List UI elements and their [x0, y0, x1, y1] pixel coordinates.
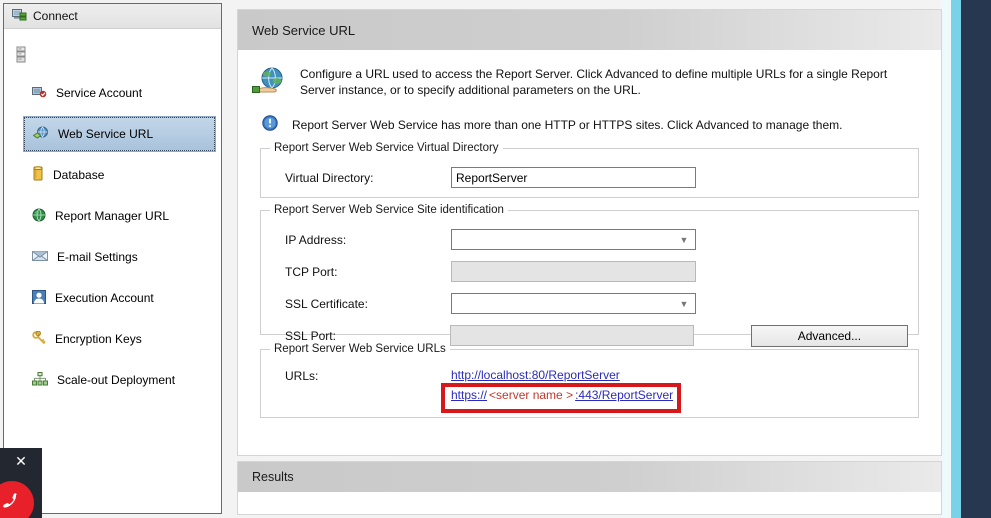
chevron-down-icon: ▼	[679, 298, 689, 309]
sidebar-item-label: Service Account	[56, 86, 143, 100]
url-https-scheme[interactable]: https://	[451, 388, 487, 402]
urls-legend: Report Server Web Service URLs	[270, 343, 450, 355]
sidebar-item-label: Scale-out Deployment	[57, 373, 176, 387]
sidebar: Connect Service Account Web Service URL …	[3, 3, 222, 514]
database-icon	[32, 166, 44, 184]
web-service-url-icon	[32, 126, 49, 143]
envelope-icon	[30, 250, 50, 265]
call-overlay: ✕	[0, 448, 42, 518]
url-https-server-placeholder: <server name >	[489, 388, 574, 402]
info-message: Report Server Web Service has more than …	[292, 117, 843, 132]
sidebar-item-report-manager-url[interactable]: Report Manager URL	[24, 199, 215, 233]
info-icon	[262, 115, 278, 134]
url-line-http: http://localhost:80/ReportServer	[451, 365, 673, 385]
web-service-url-panel: Web Service URL Configure a URL used to …	[237, 9, 942, 456]
right-navy-strip	[961, 0, 991, 518]
globe-icon	[32, 208, 46, 225]
sidebar-header-label: Connect	[33, 9, 78, 23]
ssl-certificate-label: SSL Certificate:	[285, 296, 368, 311]
right-cyan-strip	[951, 0, 961, 518]
sidebar-item-label: E-mail Settings	[57, 250, 138, 264]
tcp-port-row: TCP Port:	[271, 259, 908, 284]
sidebar-header: Connect	[4, 4, 221, 29]
sidebar-item-label: Encryption Keys	[55, 332, 142, 346]
sidebar-item-label: Execution Account	[55, 291, 154, 305]
urls-list: http://localhost:80/ReportServer https:/…	[441, 365, 681, 413]
close-icon[interactable]: ✕	[14, 455, 28, 469]
ip-address-row: IP Address: ▼	[271, 227, 908, 252]
scale-out-icon	[32, 371, 48, 389]
site-identification-group: Report Server Web Service Site identific…	[260, 204, 919, 347]
sidebar-item-label: Report Manager URL	[55, 209, 170, 223]
sidebar-item-service-account[interactable]: Service Account	[24, 76, 215, 110]
sidebar-item-label: Database	[53, 168, 105, 182]
results-panel: Results	[237, 461, 942, 515]
chevron-down-icon: ▼	[679, 234, 689, 245]
virtual-directory-row: Virtual Directory:	[271, 165, 908, 190]
urls-label: URLs:	[285, 369, 319, 383]
hangup-phone-icon[interactable]	[0, 481, 34, 518]
sidebar-item-label: Web Service URL	[58, 127, 154, 141]
ssl-port-input	[450, 325, 694, 346]
urls-row: URLs: http://localhost:80/ReportServer h…	[271, 365, 908, 413]
advanced-button[interactable]: Advanced...	[750, 324, 908, 347]
site-identification-legend: Report Server Web Service Site identific…	[270, 204, 508, 216]
description-row: Configure a URL used to access the Repor…	[238, 50, 941, 101]
url-https-port-path[interactable]: :443/ReportServer	[575, 388, 673, 402]
sidebar-item-email-settings[interactable]: E-mail Settings	[24, 240, 215, 274]
sidebar-item-database[interactable]: Database	[24, 158, 215, 192]
url-http-link[interactable]: http://localhost:80/ReportServer	[451, 368, 620, 382]
url-line-https: https://<server name >:443/ReportServer	[451, 385, 673, 405]
virtual-directory-group: Report Server Web Service Virtual Direct…	[260, 142, 919, 198]
user-account-icon	[32, 289, 46, 307]
virtual-directory-input[interactable]	[451, 167, 696, 188]
app-window: Connect Service Account Web Service URL …	[0, 0, 991, 518]
urls-group: Report Server Web Service URLs URLs: htt…	[260, 343, 919, 418]
sidebar-item-web-service-url[interactable]: Web Service URL	[23, 116, 216, 152]
service-account-icon	[32, 85, 47, 102]
globe-hand-icon	[252, 66, 286, 101]
tcp-port-input	[451, 261, 696, 282]
ssl-port-label: SSL Port:	[285, 328, 336, 343]
sidebar-item-encryption-keys[interactable]: Encryption Keys	[24, 322, 215, 356]
ssl-certificate-combo[interactable]: ▼	[451, 293, 696, 314]
ssl-certificate-row: SSL Certificate: ▼	[271, 291, 908, 316]
right-pale-strip	[941, 0, 951, 518]
server-stack-icon[interactable]	[16, 46, 27, 67]
keys-icon	[32, 330, 46, 348]
results-title: Results	[238, 462, 941, 492]
tcp-port-label: TCP Port:	[285, 264, 338, 279]
info-row: Report Server Web Service has more than …	[238, 101, 941, 134]
sidebar-item-scale-out-deployment[interactable]: Scale-out Deployment	[24, 363, 215, 397]
server-connect-icon	[12, 8, 27, 25]
sidebar-item-list: Service Account Web Service URL Database…	[4, 76, 221, 404]
ip-address-label: IP Address:	[285, 232, 347, 247]
description-text: Configure a URL used to access the Repor…	[300, 67, 888, 97]
sidebar-item-execution-account[interactable]: Execution Account	[24, 281, 215, 315]
ip-address-combo[interactable]: ▼	[451, 229, 696, 250]
virtual-directory-label: Virtual Directory:	[285, 170, 374, 185]
virtual-directory-legend: Report Server Web Service Virtual Direct…	[270, 142, 503, 154]
page-title: Web Service URL	[238, 10, 941, 50]
